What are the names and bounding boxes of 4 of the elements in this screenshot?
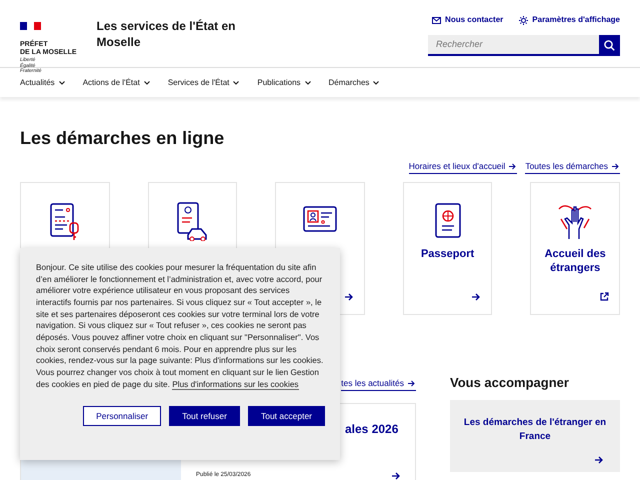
- site-title: Les services de l'État en Moselle: [96, 18, 236, 51]
- section-title: Vous accompagner: [450, 374, 570, 392]
- section-title: Les démarches en ligne: [20, 127, 226, 150]
- cookie-notice-text: Bonjour. Ce site utilise des cookies pour mesurer la fréquentation du site afin d’en améliorer le fonctionnement et l’administration et, avec votre accord, pour améliorer votre expérience utilisateur en vous proposant des services interactifs fournis par nos partenaires. Si vous cliquez sur « Tout accepter », le site et ses partenaires déposeront ces cookies sur votre terminal lors de votre navigation. Si vous cliquez sur « Tout refuser », ces cookies ne seront pas déposés. Vous pouvez affiner votre choix en cliquant sur "Personnaliser". Vos choix seront conservés pendant 6 mois. Pour en apprendre plus sur les cookies, rendez-vous sur la page suivante: Plus d'informations sur les cookies. Vous pourrez changer vos choix à tout moment en cliquant sur le lien Gestion des cookies en pied de page du site. Plus d'informations sur les cookies: [36, 262, 324, 390]
